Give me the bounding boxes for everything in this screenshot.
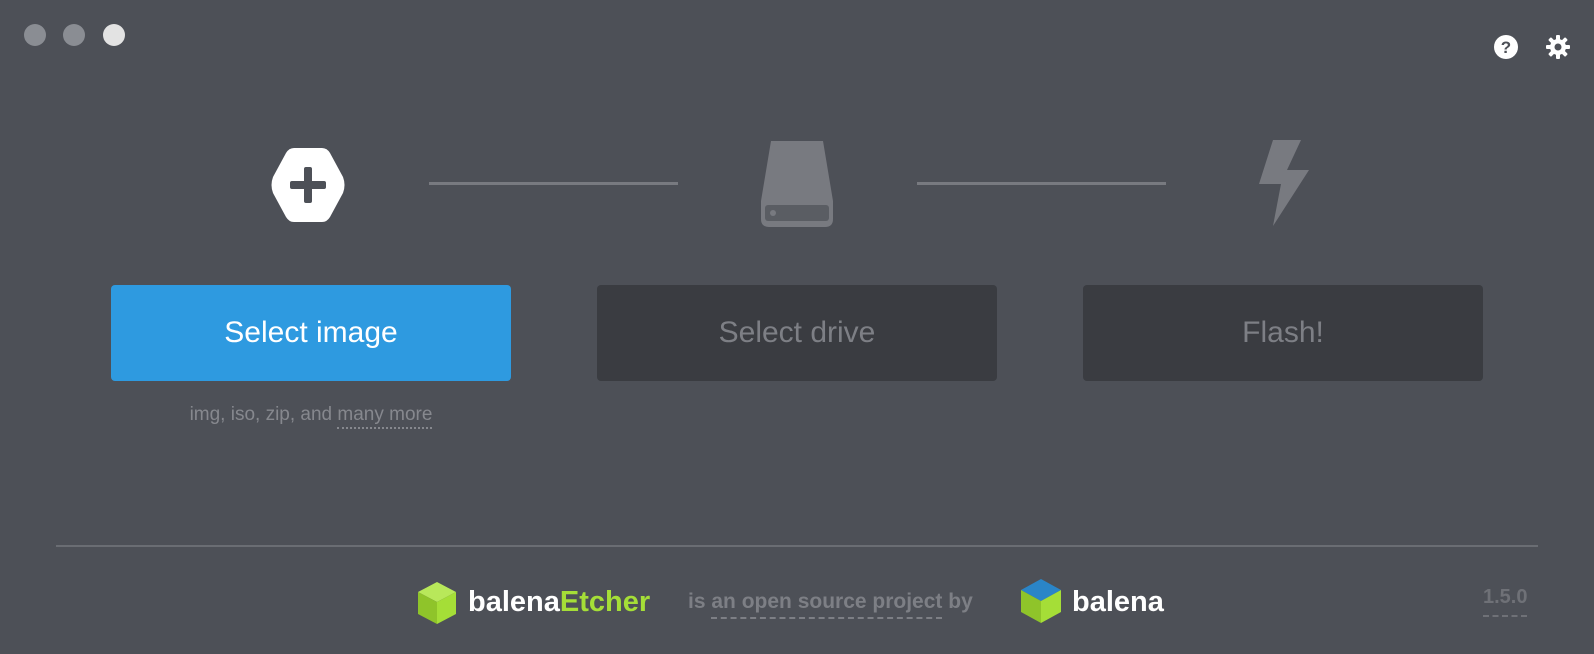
- window-maximize-button[interactable]: [103, 24, 125, 46]
- hexagon-plus-icon: [270, 145, 346, 225]
- step-connector: [917, 182, 1166, 185]
- step-connector: [429, 182, 678, 185]
- brand-name: balena: [468, 586, 560, 618]
- svg-text:?: ?: [1501, 38, 1511, 57]
- tagline-prefix: is: [688, 590, 712, 613]
- flash-button[interactable]: Flash!: [1083, 285, 1483, 381]
- tagline-suffix: by: [942, 590, 973, 613]
- etcher-logo-icon: [417, 581, 457, 625]
- help-icon[interactable]: ?: [1493, 34, 1519, 60]
- lightning-bolt-icon: [1255, 140, 1313, 226]
- brand-accent: Etcher: [559, 586, 651, 618]
- footer-divider: [56, 545, 1538, 547]
- hard-drive-icon: [757, 141, 837, 227]
- balena-logo-icon: [1020, 578, 1062, 624]
- select-drive-button[interactable]: Select drive: [597, 285, 997, 381]
- select-image-button[interactable]: Select image: [111, 285, 511, 381]
- gear-icon[interactable]: [1545, 34, 1571, 60]
- version-label[interactable]: 1.5.0: [1483, 586, 1528, 617]
- window-close-button[interactable]: [24, 24, 46, 46]
- hint-text: img, iso, zip, and: [189, 404, 338, 425]
- balena-company-name[interactable]: balena: [1072, 586, 1164, 619]
- tagline: is an open source project by: [688, 590, 973, 619]
- balena-etcher-brand[interactable]: balenaEtcher: [468, 586, 650, 619]
- open-source-link[interactable]: an open source project: [711, 590, 943, 619]
- window-minimize-button[interactable]: [63, 24, 85, 46]
- supported-formats-hint: img, iso, zip, and many more: [111, 404, 511, 429]
- many-more-link[interactable]: many more: [337, 404, 433, 429]
